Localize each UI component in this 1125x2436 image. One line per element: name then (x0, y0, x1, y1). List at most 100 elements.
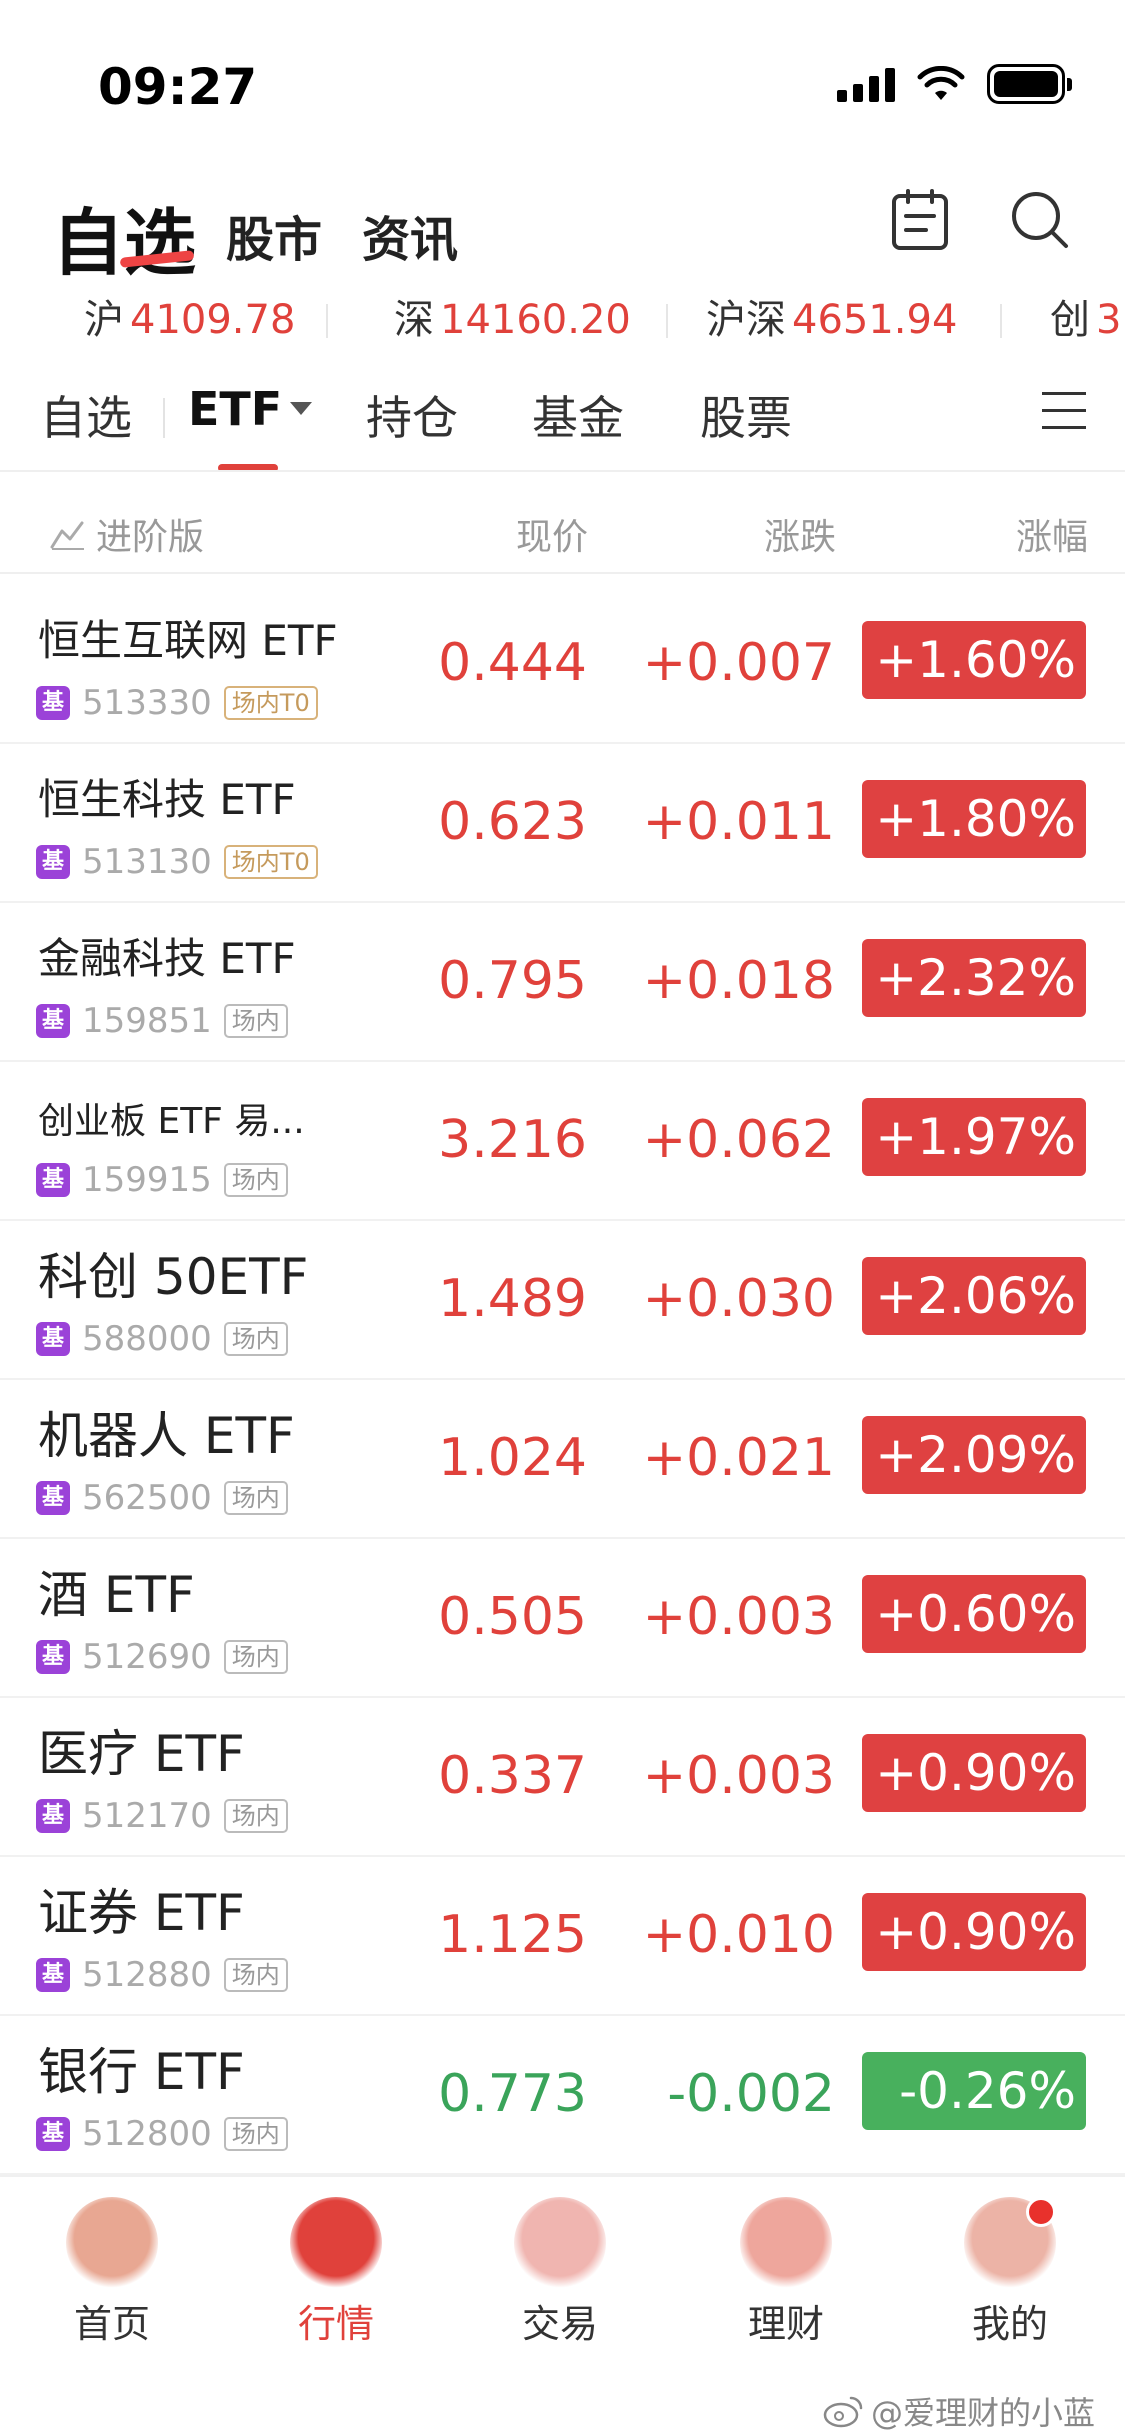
notification-dot (1026, 2197, 1056, 2227)
notes-icon[interactable] (888, 188, 952, 252)
advanced-mode-toggle[interactable]: 进阶版 (50, 508, 204, 560)
nav-item-4[interactable]: 我的 (940, 2197, 1080, 2348)
fund-badge: 基 (36, 1640, 70, 1674)
column-change[interactable]: 涨跌 (764, 508, 836, 560)
price-change: +0.010 (642, 1905, 835, 1965)
index-item[interactable]: 沪深 4651.94 (706, 290, 957, 350)
etf-name: 机器人 ETF (38, 1407, 295, 1465)
status-bar: 09:27 (0, 0, 1125, 160)
etf-name: 医疗 ETF (38, 1725, 245, 1783)
bottom-navigation: 首页 行情 交易 理财 我的 (0, 2175, 1125, 2355)
fund-badge: 基 (36, 1958, 70, 1992)
index-divider (326, 304, 328, 338)
etf-meta: 基 512880 场内 (36, 1955, 288, 1995)
current-price: 0.337 (438, 1746, 587, 1806)
price-change: +0.018 (642, 951, 835, 1011)
battery-icon (987, 64, 1072, 104)
etf-meta: 基 159915 场内 (36, 1160, 288, 1200)
tab-stocks[interactable]: 股票 (700, 382, 792, 448)
nav-item-0[interactable]: 首页 (42, 2197, 182, 2348)
nav-label: 行情 (297, 2302, 374, 2346)
wifi-icon (917, 66, 965, 100)
fund-badge: 基 (36, 1481, 70, 1515)
index-item[interactable]: 沪 4109.78 (84, 290, 295, 350)
percent-change-badge[interactable]: +2.09% (862, 1416, 1086, 1494)
etf-code: 513330 (82, 683, 212, 723)
tab-news[interactable]: 资讯 (362, 200, 458, 270)
table-row[interactable]: 银行 ETF 基 512800 场内 0.773 -0.002 -0.26% (0, 2016, 1125, 2175)
trend-chart-icon (50, 521, 84, 550)
fund-badge: 基 (36, 1004, 70, 1038)
nav-label: 首页 (73, 2302, 150, 2346)
current-price: 1.489 (438, 1269, 587, 1329)
table-row[interactable]: 创业板 ETF 易... 基 159915 场内 3.216 +0.062 +1.97% (0, 1062, 1125, 1221)
index-item[interactable]: 深 14160.20 (394, 290, 631, 350)
index-value: 4109.78 (130, 297, 296, 343)
percent-change-badge[interactable]: +2.06% (862, 1257, 1086, 1335)
price-change: +0.011 (642, 792, 835, 852)
column-price[interactable]: 现价 (516, 508, 588, 560)
column-percent[interactable]: 涨幅 (1016, 508, 1088, 560)
percent-change-badge[interactable]: +1.80% (862, 780, 1086, 858)
tab-holdings[interactable]: 持仓 (366, 382, 458, 448)
price-change: +0.021 (642, 1428, 835, 1488)
tab-stock-market[interactable]: 股市 (226, 200, 322, 270)
etf-name: 证券 ETF (38, 1884, 245, 1942)
percent-change-badge[interactable]: +1.60% (862, 621, 1086, 699)
etf-meta: 基 159851 场内 (36, 1001, 288, 1041)
etf-name: 银行 ETF (38, 2043, 245, 2101)
table-row[interactable]: 机器人 ETF 基 562500 场内 1.024 +0.021 +2.09% (0, 1380, 1125, 1539)
table-row[interactable]: 科创 50ETF 基 588000 场内 1.489 +0.030 +2.06% (0, 1221, 1125, 1380)
table-row[interactable]: 证券 ETF 基 512880 场内 1.125 +0.010 +0.90% (0, 1857, 1125, 2016)
current-price: 0.795 (438, 951, 587, 1011)
nav-item-3[interactable]: 理财 (716, 2197, 856, 2348)
fund-badge: 基 (36, 2117, 70, 2151)
exchange-tag: 场内 (223, 1163, 288, 1197)
index-divider (666, 304, 668, 338)
home-mascot-icon (66, 2197, 158, 2289)
price-change: +0.030 (642, 1269, 835, 1329)
page-title[interactable]: 自选 (52, 184, 196, 289)
percent-change-badge[interactable]: +1.97% (862, 1098, 1086, 1176)
current-price: 0.773 (438, 2064, 587, 2124)
etf-list: 恒生互联网 ETF 基 513330 场内T0 0.444 +0.007 +1.60% 恒生科… (0, 585, 1125, 2175)
status-time: 09:27 (98, 58, 258, 116)
percent-change-badge[interactable]: +0.90% (862, 1893, 1086, 1971)
nav-item-2[interactable]: 交易 (490, 2197, 630, 2348)
index-name: 沪 (84, 297, 124, 343)
nav-item-1[interactable]: 行情 (266, 2197, 406, 2348)
table-row[interactable]: 金融科技 ETF 基 159851 场内 0.795 +0.018 +2.32% (0, 903, 1125, 1062)
table-row[interactable]: 恒生互联网 ETF 基 513330 场内T0 0.444 +0.007 +1.60% (0, 585, 1125, 744)
table-row[interactable]: 医疗 ETF 基 512170 场内 0.337 +0.003 +0.90% (0, 1698, 1125, 1857)
percent-change-badge[interactable]: -0.26% (862, 2052, 1086, 2130)
etf-name: 创业板 ETF 易... (38, 1101, 305, 1142)
etf-meta: 基 562500 场内 (36, 1478, 288, 1518)
tab-funds[interactable]: 基金 (532, 382, 624, 448)
menu-icon[interactable] (1042, 392, 1086, 436)
exchange-tag: 场内 (223, 1322, 288, 1356)
exchange-tag: 场内 (223, 1481, 288, 1515)
percent-change-badge[interactable]: +2.32% (862, 939, 1086, 1017)
money-bag-icon (740, 2197, 832, 2289)
table-row[interactable]: 恒生科技 ETF 基 513130 场内T0 0.623 +0.011 +1.80% (0, 744, 1125, 903)
tab-etf[interactable]: ETF (188, 382, 313, 436)
exchange-tag: 场内 (223, 1958, 288, 1992)
price-change: +0.003 (642, 1746, 835, 1806)
exchange-tag: 场内T0 (223, 686, 318, 720)
market-gift-icon (290, 2197, 382, 2289)
table-row[interactable]: 酒 ETF 基 512690 场内 0.505 +0.003 +0.60% (0, 1539, 1125, 1698)
nav-label: 理财 (747, 2302, 824, 2346)
search-icon[interactable] (1008, 188, 1072, 252)
current-price: 1.125 (438, 1905, 587, 1965)
percent-change-badge[interactable]: +0.90% (862, 1734, 1086, 1812)
current-price: 1.024 (438, 1428, 587, 1488)
tab-watchlist[interactable]: 自选 (40, 382, 132, 448)
etf-name: 恒生科技 ETF (38, 775, 296, 824)
index-item[interactable]: 创3 (1050, 290, 1121, 350)
etf-code: 512800 (82, 2114, 212, 2154)
index-value: 14160.20 (440, 297, 631, 343)
fund-badge: 基 (36, 1799, 70, 1833)
percent-change-badge[interactable]: +0.60% (862, 1575, 1086, 1653)
etf-meta: 基 588000 场内 (36, 1319, 288, 1359)
index-name: 沪深 (706, 297, 786, 343)
